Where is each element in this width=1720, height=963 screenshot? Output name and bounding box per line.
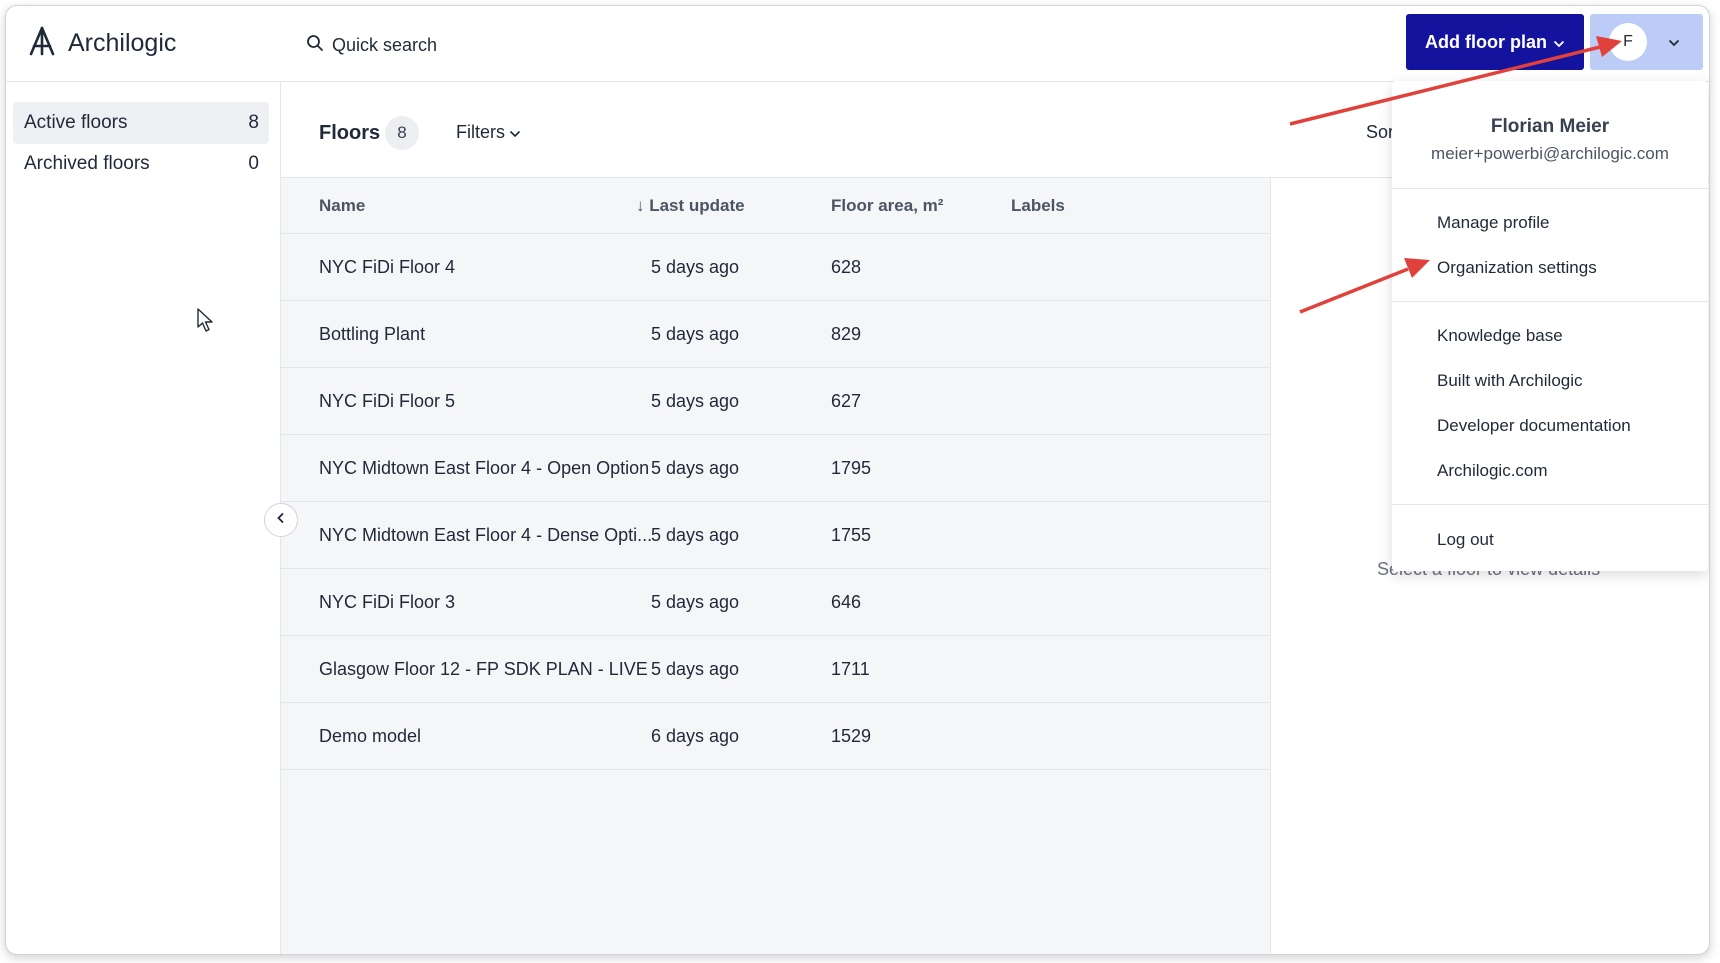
cell-last-update: 5 days ago bbox=[651, 257, 740, 277]
table-header: Name ↓ Last update Floor area, m² Labels bbox=[281, 178, 1270, 234]
sidebar-item-count: 0 bbox=[248, 153, 259, 174]
cell-last-update: 5 days ago bbox=[651, 525, 740, 545]
cell-name: NYC Midtown East Floor 4 - Dense Opti... bbox=[319, 525, 653, 545]
column-header-floor-area[interactable]: Floor area, m² bbox=[831, 196, 943, 216]
cell-floor-area: 1755 bbox=[831, 525, 872, 545]
menu-item-built-with-archilogic[interactable]: Built with Archilogic bbox=[1437, 371, 1583, 391]
table-row[interactable]: Demo model 6 days ago 1529 bbox=[281, 703, 1270, 770]
cell-last-update: 6 days ago bbox=[651, 726, 740, 746]
cell-floor-area: 627 bbox=[831, 391, 862, 411]
avatar[interactable]: F bbox=[1609, 23, 1647, 61]
cell-floor-area: 1795 bbox=[831, 458, 872, 478]
cell-floor-area: 646 bbox=[831, 592, 862, 612]
menu-item-manage-profile[interactable]: Manage profile bbox=[1437, 213, 1549, 233]
chevron-down-icon bbox=[1553, 32, 1565, 53]
cell-last-update: 5 days ago bbox=[651, 592, 740, 612]
cell-floor-area: 829 bbox=[831, 324, 862, 344]
sidebar-item-label: Archived floors bbox=[24, 153, 150, 174]
page-title: Floors bbox=[319, 122, 381, 144]
menu-item-knowledge-base[interactable]: Knowledge base bbox=[1437, 326, 1563, 346]
cell-floor-area: 1529 bbox=[831, 726, 872, 746]
cell-name: Demo model bbox=[319, 726, 422, 746]
archilogic-logo-icon bbox=[28, 26, 56, 61]
app-name: Archilogic bbox=[68, 29, 177, 57]
add-floor-plan-label: Add floor plan bbox=[1425, 31, 1547, 52]
cell-name: NYC FiDi Floor 4 bbox=[319, 257, 456, 277]
table-row[interactable]: NYC Midtown East Floor 4 - Open Option 5… bbox=[281, 435, 1270, 502]
cell-last-update: 5 days ago bbox=[651, 458, 740, 478]
cell-name: Glasgow Floor 12 - FP SDK PLAN - LIVE bbox=[319, 659, 648, 679]
sidebar-item-active-floors[interactable]: Active floors 8 bbox=[13, 102, 269, 144]
menu-divider bbox=[1392, 188, 1708, 189]
cell-floor-area: 1711 bbox=[831, 659, 870, 679]
filters-button[interactable]: Filters bbox=[456, 122, 521, 143]
mouse-cursor-icon bbox=[196, 307, 216, 338]
column-header-last-update[interactable]: ↓ Last update bbox=[636, 196, 745, 216]
table-row[interactable]: NYC FiDi Floor 4 5 days ago 628 bbox=[281, 234, 1270, 301]
logo[interactable]: Archilogic bbox=[28, 26, 176, 61]
collapse-sidebar-button[interactable] bbox=[264, 503, 298, 537]
quick-search-label: Quick search bbox=[332, 35, 438, 55]
table-row[interactable]: NYC FiDi Floor 3 5 days ago 646 bbox=[281, 569, 1270, 636]
user-email: meier+powerbi@archilogic.com bbox=[1431, 144, 1669, 163]
floors-count-badge: 8 bbox=[385, 116, 419, 150]
menu-divider bbox=[1392, 504, 1708, 505]
sidebar-item-archived-floors[interactable]: Archived floors 0 bbox=[13, 143, 269, 185]
table-row[interactable]: Bottling Plant 5 days ago 829 bbox=[281, 301, 1270, 368]
menu-item-organization-settings[interactable]: Organization settings bbox=[1437, 258, 1597, 278]
cell-name: NYC Midtown East Floor 4 - Open Option bbox=[319, 458, 650, 478]
menu-item-log-out[interactable]: Log out bbox=[1437, 530, 1494, 550]
search-icon bbox=[306, 34, 324, 57]
menu-item-developer-documentation[interactable]: Developer documentation bbox=[1437, 416, 1631, 436]
sort-button[interactable]: Sor bbox=[1366, 122, 1394, 143]
user-dropdown-menu: Florian Meier meier+powerbi@archilogic.c… bbox=[1392, 81, 1708, 571]
sidebar: Active floors 8 Archived floors 0 bbox=[6, 82, 281, 954]
cell-name: NYC FiDi Floor 5 bbox=[319, 391, 456, 411]
cell-name: Bottling Plant bbox=[319, 324, 426, 344]
user-menu-button[interactable]: F bbox=[1590, 14, 1703, 70]
cell-last-update: 5 days ago bbox=[651, 659, 740, 679]
quick-search-button[interactable]: Quick search bbox=[306, 34, 437, 57]
cell-last-update: 5 days ago bbox=[651, 391, 740, 411]
column-header-labels[interactable]: Labels bbox=[1011, 196, 1065, 216]
chevron-down-icon bbox=[509, 122, 521, 143]
sidebar-item-label: Active floors bbox=[24, 112, 128, 133]
menu-divider bbox=[1392, 301, 1708, 302]
column-header-name[interactable]: Name bbox=[319, 196, 365, 216]
app-window: Archilogic Quick search Add floor plan F… bbox=[5, 5, 1710, 955]
chevron-left-icon bbox=[276, 511, 286, 529]
table-row[interactable]: Glasgow Floor 12 - FP SDK PLAN - LIVE 5 … bbox=[281, 636, 1270, 703]
top-bar: Archilogic Quick search Add floor plan F bbox=[6, 6, 1709, 82]
table-row[interactable]: NYC Midtown East Floor 4 - Dense Opti...… bbox=[281, 502, 1270, 569]
cell-name: NYC FiDi Floor 3 bbox=[319, 592, 456, 612]
table-row[interactable]: NYC FiDi Floor 5 5 days ago 627 bbox=[281, 368, 1270, 435]
chevron-down-icon bbox=[1668, 34, 1680, 52]
cell-floor-area: 628 bbox=[831, 257, 862, 277]
user-name: Florian Meier bbox=[1490, 116, 1610, 137]
floors-table: Name ↓ Last update Floor area, m² Labels… bbox=[281, 178, 1271, 954]
sidebar-item-count: 8 bbox=[248, 112, 259, 133]
cell-last-update: 5 days ago bbox=[651, 324, 740, 344]
menu-item-archilogic-com[interactable]: Archilogic.com bbox=[1437, 461, 1548, 481]
filters-label: Filters bbox=[456, 122, 505, 142]
add-floor-plan-button[interactable]: Add floor plan bbox=[1406, 14, 1584, 70]
